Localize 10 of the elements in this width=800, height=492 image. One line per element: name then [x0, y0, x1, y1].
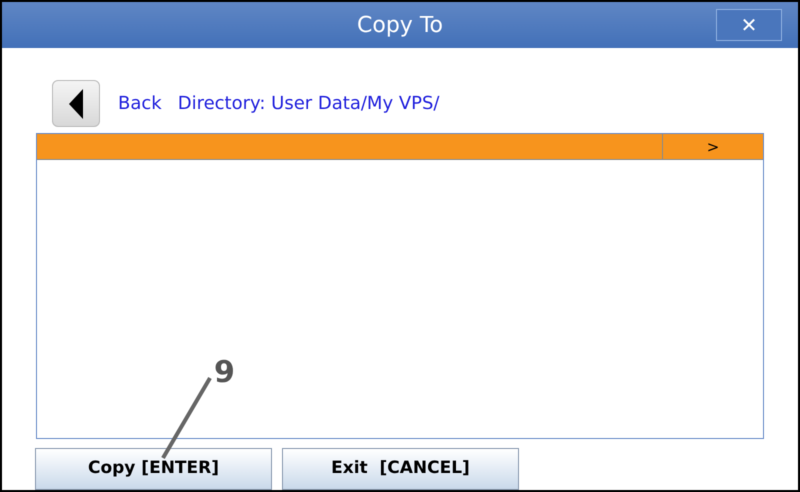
- back-label[interactable]: Back: [118, 90, 162, 117]
- copy-button[interactable]: Copy [ENTER]: [35, 448, 272, 490]
- left-triangle-icon: [69, 88, 83, 118]
- back-button[interactable]: [52, 80, 100, 127]
- window-title: Copy To: [357, 12, 443, 40]
- close-button[interactable]: ✕: [716, 9, 782, 41]
- callout-number: 9: [214, 354, 235, 392]
- exit-button[interactable]: Exit [CANCEL]: [282, 448, 519, 490]
- column-header[interactable]: >: [663, 134, 763, 159]
- directory-path: Directory: User Data/My VPS/: [178, 92, 440, 116]
